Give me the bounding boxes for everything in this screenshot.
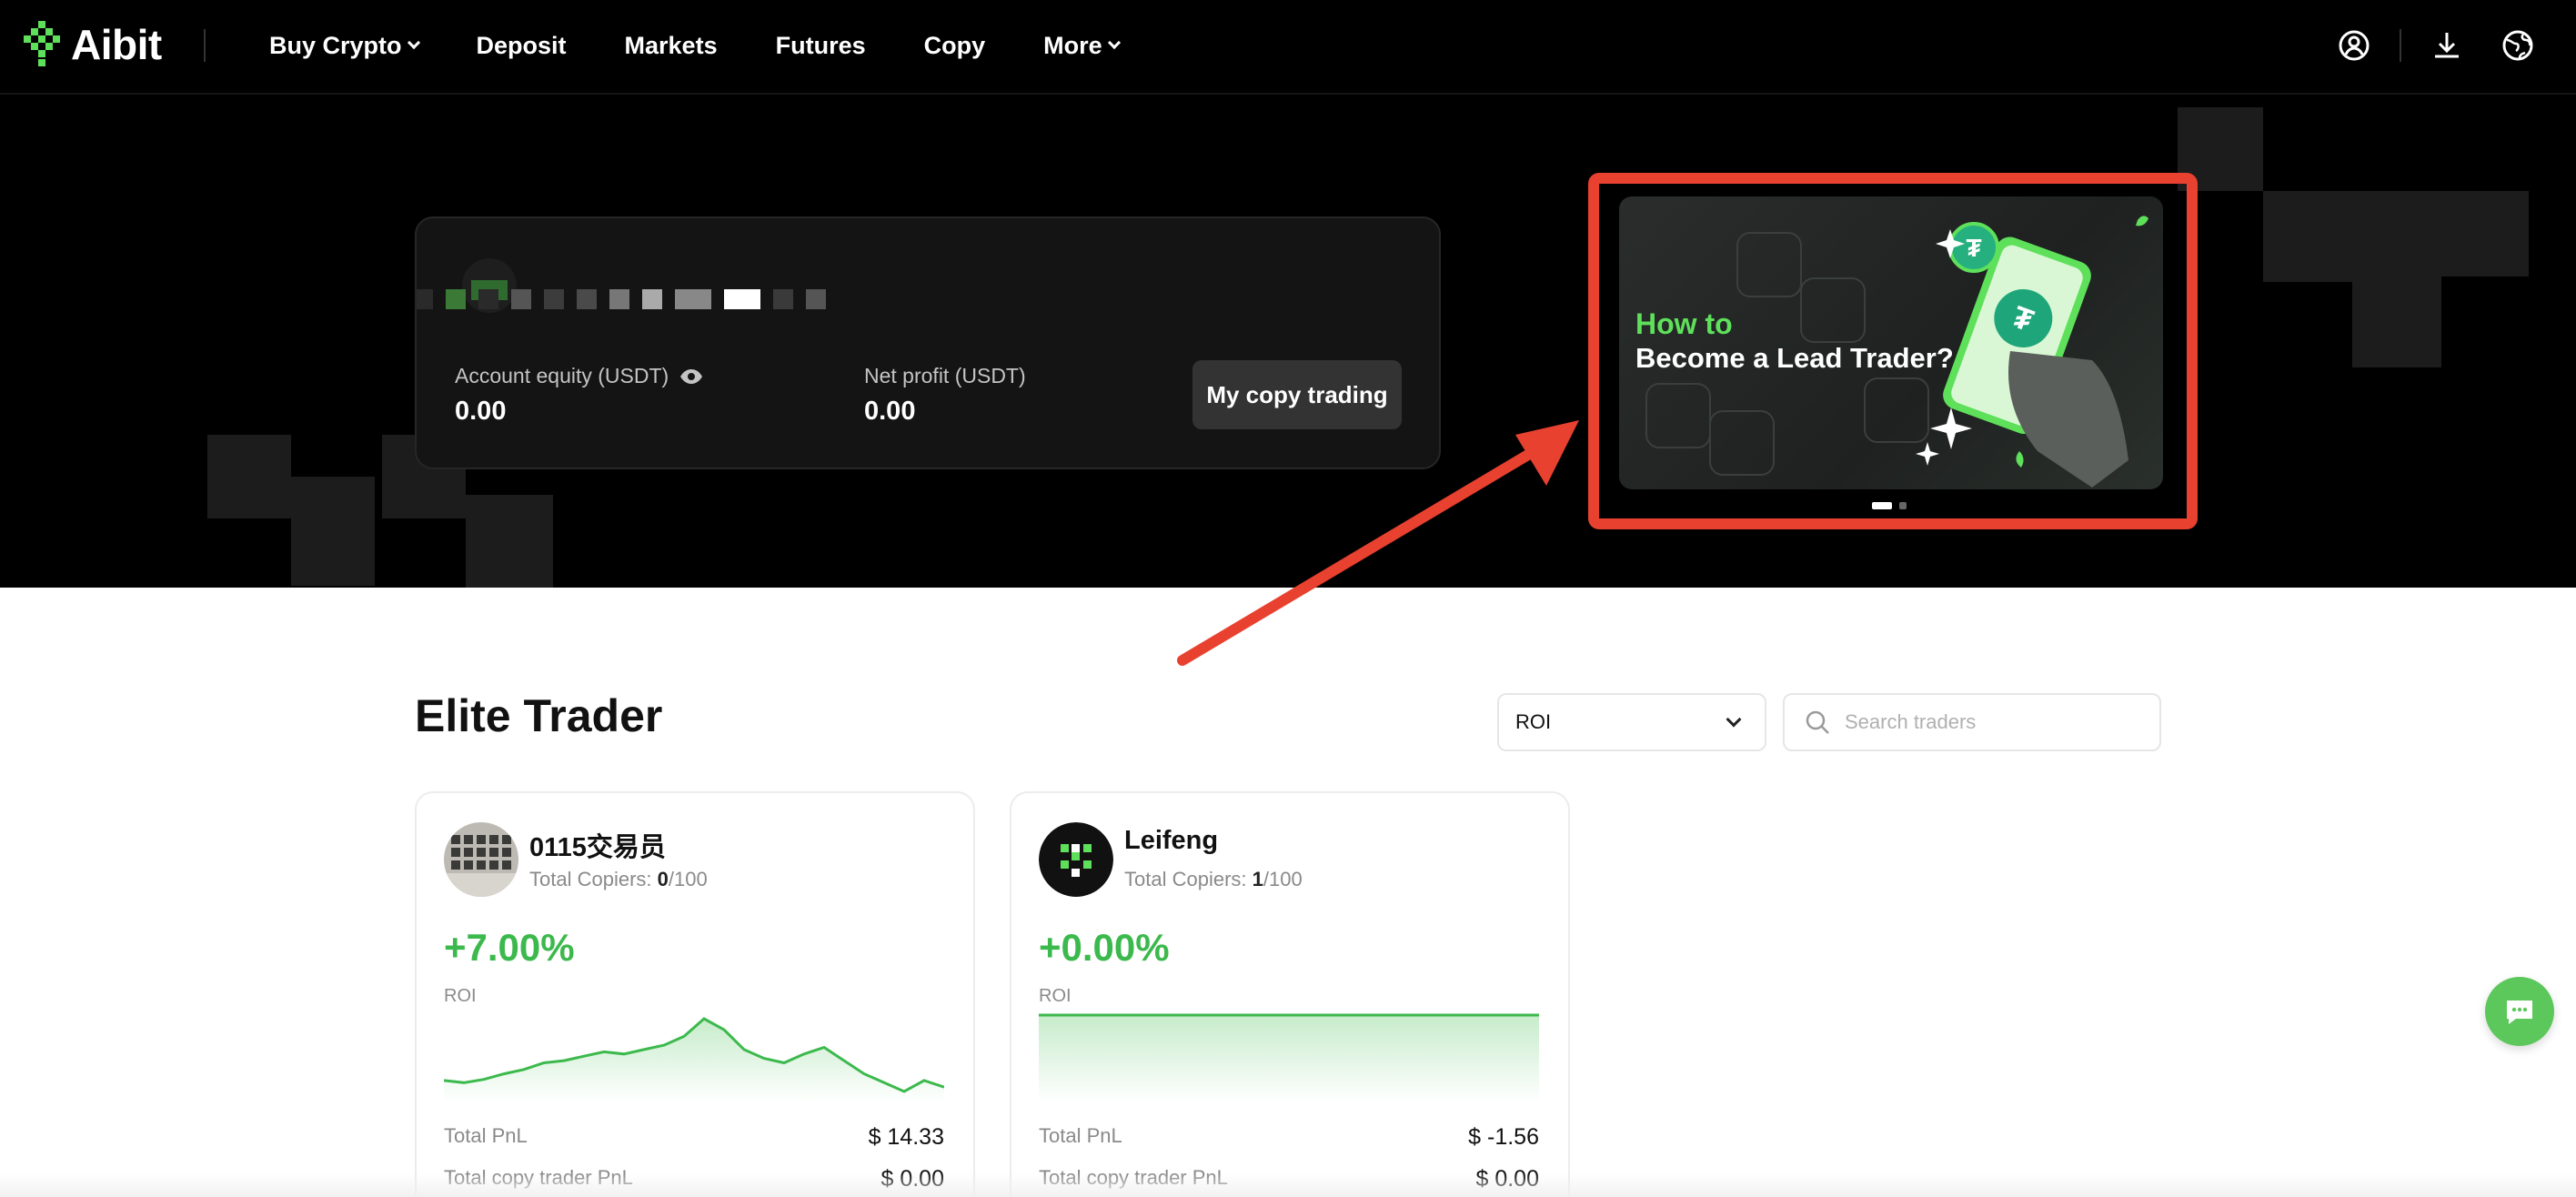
nav-more[interactable]: More — [1043, 31, 1121, 60]
brand-name: Aibit — [71, 21, 162, 68]
section-title-elite-trader: Elite Trader — [415, 690, 663, 741]
nav-deposit-label: Deposit — [476, 31, 567, 59]
copiers-current: 0 — [657, 868, 669, 890]
nav-deposit[interactable]: Deposit — [477, 32, 567, 60]
total-pnl-row: Total PnL $ 14.33 — [444, 1124, 944, 1151]
aibit-logo-icon — [24, 21, 60, 66]
equity-label: Account equity (USDT) — [455, 364, 669, 387]
trader-copiers: Total Copiers: 0/100 — [529, 868, 708, 891]
nav-divider — [204, 29, 206, 62]
trader-copiers: Total Copiers: 1/100 — [1124, 868, 1303, 891]
search-traders-box[interactable] — [1783, 693, 2161, 751]
nav-copy[interactable]: Copy — [924, 32, 986, 60]
nav-buy-crypto[interactable]: Buy Crypto — [269, 31, 420, 60]
trader-name: 0115交易员 — [529, 833, 666, 862]
chat-support-button[interactable] — [2485, 977, 2554, 1046]
chevron-down-icon — [1726, 711, 1742, 728]
total-pnl-value: $ -1.56 — [1468, 1124, 1539, 1150]
my-copy-trading-button[interactable]: My copy trading — [1192, 360, 1402, 429]
carousel-dot[interactable] — [1899, 502, 1907, 509]
top-nav: Aibit Buy Crypto Deposit Markets Futures… — [0, 0, 2576, 95]
globe-icon[interactable] — [2496, 24, 2540, 67]
trader-roi-label: ROI — [444, 986, 477, 1006]
total-pnl-label: Total PnL — [1039, 1124, 1122, 1147]
nav-futures-label: Futures — [775, 31, 866, 59]
eye-icon[interactable] — [679, 368, 703, 385]
trader-card[interactable]: Leifeng Total Copiers: 1/100 +0.00% ROI … — [1010, 791, 1570, 1197]
total-pnl-label: Total PnL — [444, 1124, 528, 1147]
copiers-label: Total Copiers: — [529, 868, 652, 890]
nav-actions — [2332, 24, 2540, 67]
roi-sparkline — [1039, 1013, 1539, 1102]
profit-label: Net profit (USDT) — [864, 364, 1026, 387]
equity-label-row: Account equity (USDT) — [455, 364, 703, 388]
deco-block — [466, 495, 553, 588]
lead-trader-banner[interactable]: ₮ ₮ How to Become a Lead Trader? — [1619, 196, 2163, 489]
total-pnl-row: Total PnL $ -1.56 — [1039, 1124, 1539, 1151]
sparkline-area — [444, 1019, 944, 1102]
equity-value: 0.00 — [455, 397, 507, 426]
trader-roi-label: ROI — [1039, 986, 1072, 1006]
deco-block — [2352, 277, 2441, 367]
nav-links: Buy Crypto Deposit Markets Futures Copy … — [269, 0, 1177, 91]
chevron-down-icon — [407, 35, 420, 50]
svg-text:₮: ₮ — [1966, 234, 1981, 262]
trader-roi-value: +0.00% — [1039, 926, 1170, 969]
search-traders-input[interactable] — [1845, 710, 2136, 734]
banner-title-line2: Become a Lead Trader? — [1635, 342, 1954, 374]
bottom-fade — [0, 1173, 2576, 1197]
roi-sparkline — [444, 1017, 944, 1102]
account-summary-card: Account equity (USDT) 0.00 Net profit (U… — [415, 216, 1441, 469]
chevron-down-icon — [1107, 35, 1121, 50]
nav-markets[interactable]: Markets — [625, 32, 718, 60]
trader-roi-value: +7.00% — [444, 926, 575, 969]
hero-section: Account equity (USDT) 0.00 Net profit (U… — [0, 95, 2576, 588]
deco-block — [291, 477, 375, 586]
trader-avatar — [1039, 822, 1113, 897]
total-pnl-value: $ 14.33 — [868, 1124, 944, 1150]
carousel-dot-active[interactable] — [1872, 502, 1892, 509]
copiers-current: 1 — [1252, 868, 1263, 890]
download-icon[interactable] — [2425, 24, 2469, 67]
nav-separator — [2400, 29, 2401, 62]
nav-buy-crypto-label: Buy Crypto — [269, 31, 402, 59]
deco-block — [207, 435, 291, 518]
deco-block — [2352, 191, 2529, 277]
nav-more-label: More — [1043, 31, 1102, 59]
sort-selected-value: ROI — [1515, 710, 1552, 733]
copiers-label: Total Copiers: — [1124, 868, 1247, 890]
user-icon[interactable] — [2332, 24, 2376, 67]
trader-card[interactable]: 0115交易员 Total Copiers: 0/100 +7.00% ROI … — [415, 791, 975, 1197]
chat-icon — [2507, 1001, 2532, 1024]
nav-markets-label: Markets — [624, 31, 718, 59]
banner-title-line1: How to — [1635, 307, 1733, 340]
copiers-max: /100 — [668, 868, 708, 890]
trader-name: Leifeng — [1124, 826, 1219, 855]
carousel-dots — [1872, 502, 1907, 509]
profit-value: 0.00 — [864, 397, 916, 426]
deco-block — [2263, 191, 2352, 282]
masked-username — [417, 278, 839, 320]
copiers-max: /100 — [1263, 868, 1303, 890]
sort-select[interactable]: ROI — [1497, 693, 1766, 751]
trader-avatar — [444, 822, 518, 897]
aibit-logo[interactable]: Aibit — [22, 20, 162, 69]
sparkline-area — [1039, 1015, 1539, 1102]
nav-futures[interactable]: Futures — [776, 32, 866, 60]
search-icon — [1806, 710, 1829, 734]
nav-copy-label: Copy — [923, 31, 986, 59]
